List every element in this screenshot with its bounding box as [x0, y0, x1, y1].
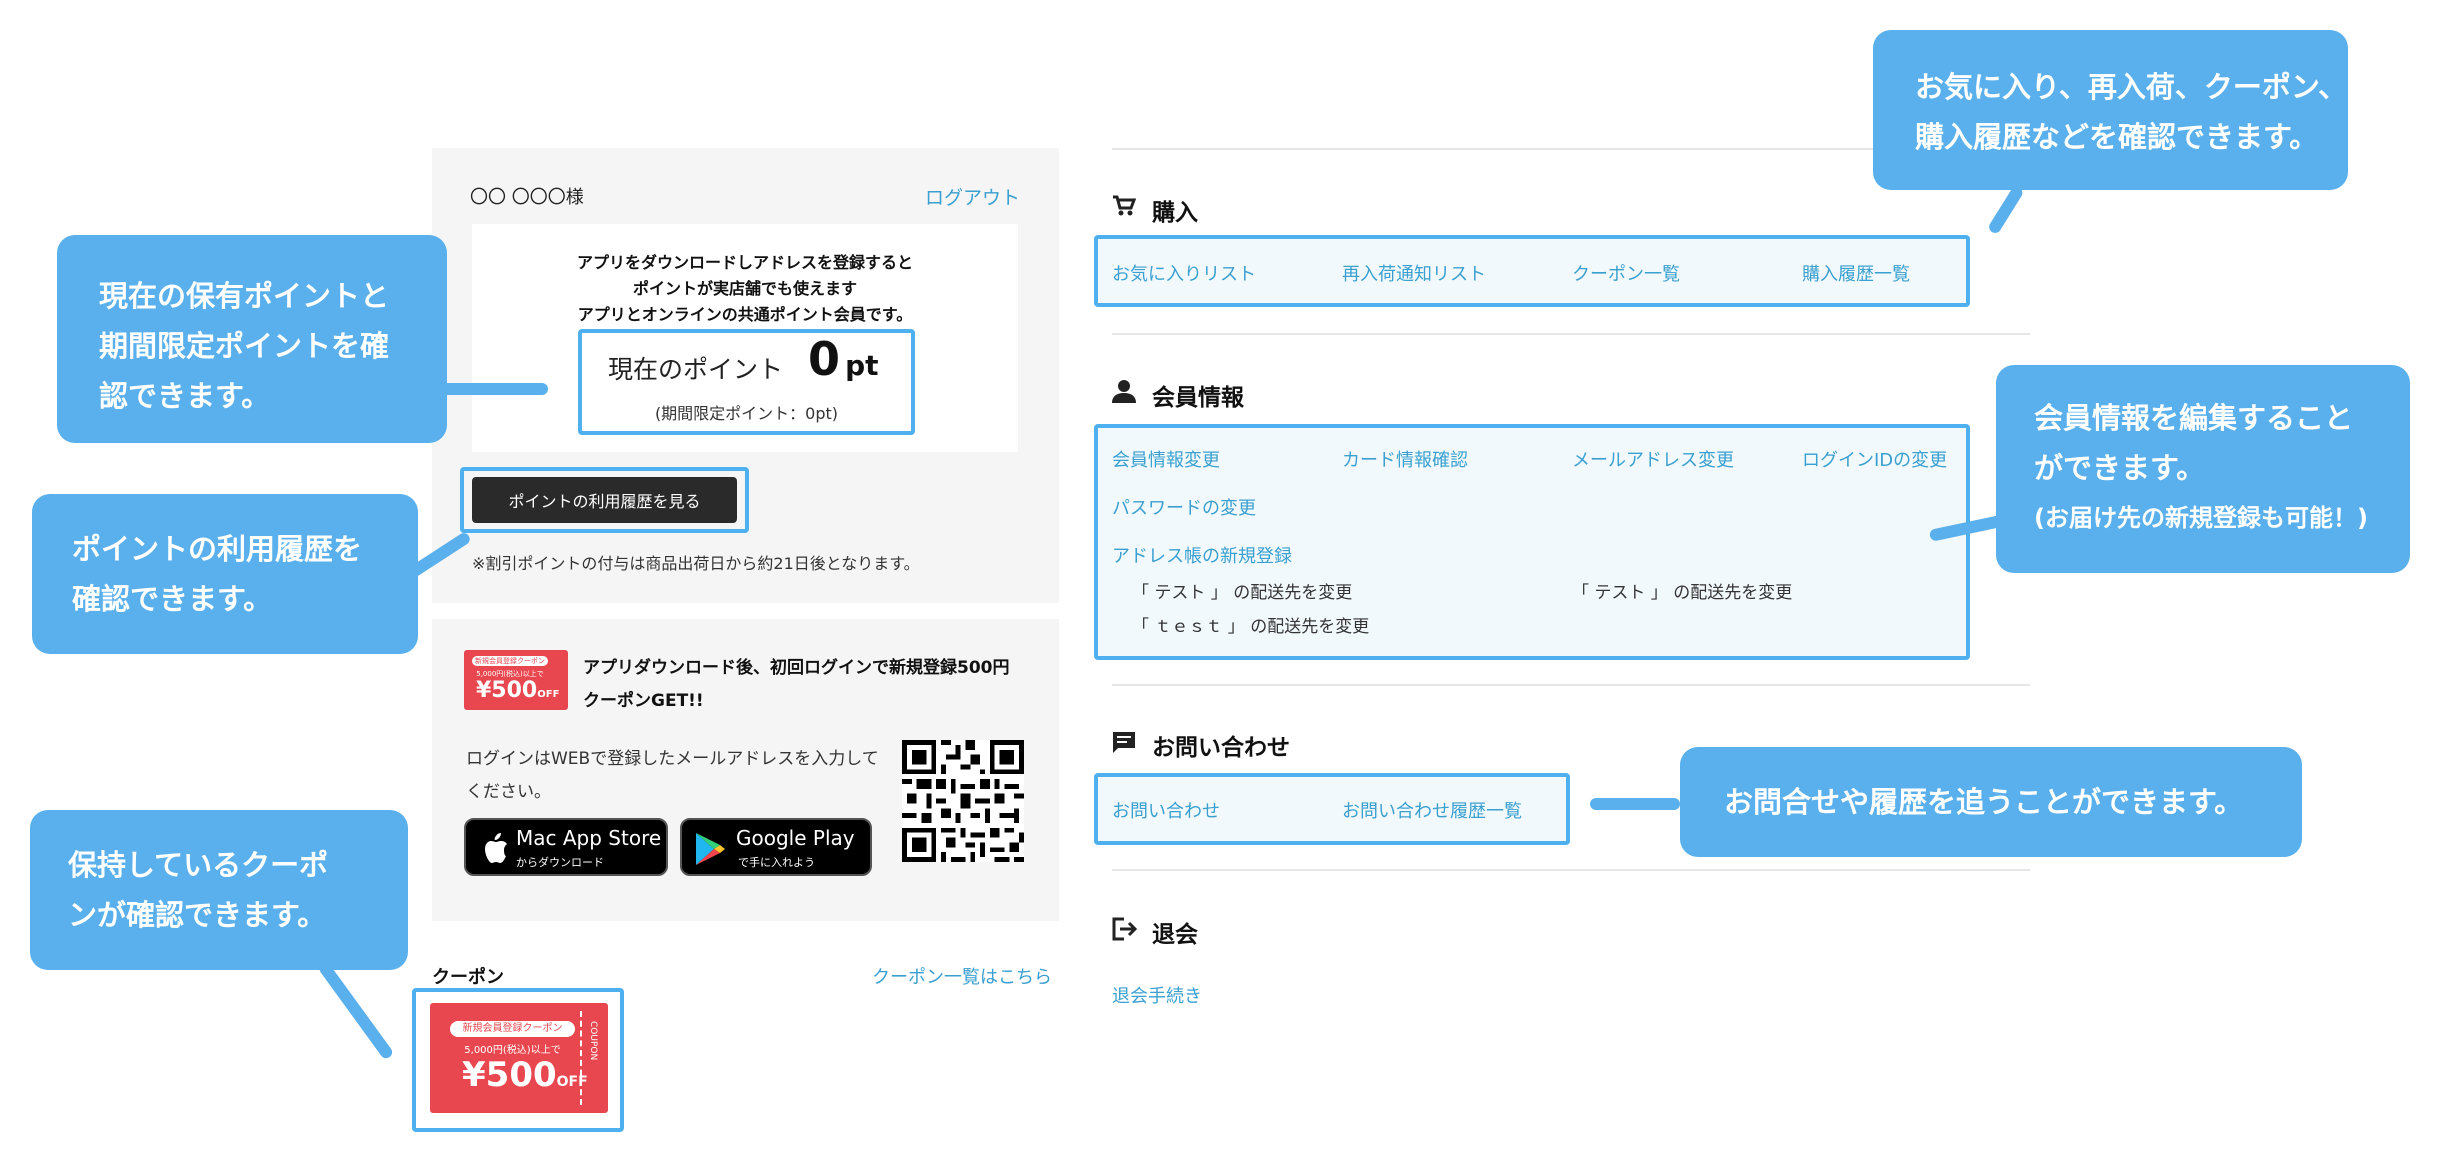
- coupon-card-side: COUPON: [588, 1021, 598, 1061]
- withdraw-link[interactable]: 退会手続き: [1112, 982, 1202, 1008]
- point-note: ※割引ポイントの付与は商品出荷日から約21日後となります。: [472, 554, 920, 573]
- logout-link[interactable]: ログアウト: [925, 183, 1020, 210]
- app-store-button[interactable]: Mac App Store からダウンロード: [464, 818, 668, 876]
- qr-code: [902, 740, 1024, 862]
- points-unit: pt: [845, 349, 879, 382]
- google-play-button[interactable]: Google Play で手に入れよう: [680, 818, 872, 876]
- coupon-list-link[interactable]: クーポン一覧はこちら: [872, 963, 1052, 989]
- coupon-card[interactable]: 新規会員登録クーポン 5,000円(税込)以上で ¥500OFF COUPON: [430, 1003, 608, 1113]
- coupon-card-off: OFF: [556, 1074, 588, 1090]
- cart-icon: [1113, 195, 1136, 216]
- app-store-main: Mac App Store: [516, 826, 662, 850]
- loginid-change-link[interactable]: ログインIDの変更: [1802, 446, 1947, 472]
- coupon-card-yen: ¥500: [462, 1055, 557, 1095]
- coupon-card-divider: [580, 1011, 582, 1105]
- callout-purchase: お気に入り、再入荷、クーポン、 購入履歴などを確認できます。: [1873, 30, 2348, 190]
- callout-line: 期間限定ポイントを確: [99, 329, 390, 363]
- callout-line: お気に入り、再入荷、クーポン、: [1915, 70, 2348, 104]
- address-change-item[interactable]: 「 ｔｅｓｔ 」 の配送先を変更: [1132, 612, 1369, 637]
- promo-line: アプリとオンラインの共通ポイント会員です。: [577, 305, 913, 324]
- divider: [1112, 333, 2030, 335]
- app-promo-title-line: クーポンGET!!: [583, 691, 704, 711]
- point-history-button[interactable]: ポイントの利用履歴を見る: [472, 477, 737, 523]
- divider: [1112, 869, 2030, 871]
- callout-pointer: [440, 383, 548, 395]
- callout-line: ができます。: [2034, 451, 2206, 485]
- user-name: 〇〇 〇〇〇様: [470, 187, 584, 208]
- google-play-sub: で手に入れよう: [738, 856, 815, 869]
- promo-line: ポイントが実店舗でも使えます: [632, 279, 857, 298]
- inquiry-link[interactable]: お問い合わせ: [1112, 797, 1220, 823]
- password-change-link[interactable]: パスワードの変更: [1112, 494, 1256, 520]
- card-info-link[interactable]: カード情報確認: [1342, 446, 1468, 472]
- callout-line: 保持しているクーポ: [68, 848, 329, 882]
- email-change-link[interactable]: メールアドレス変更: [1572, 446, 1734, 472]
- google-play-icon: [696, 833, 725, 865]
- promo-line: アプリをダウンロードしアドレスを登録すると: [576, 253, 913, 272]
- callout-line: 確認できます。: [72, 582, 273, 616]
- callout-pointer: [1590, 798, 1680, 810]
- login-note: ログインはWEBで登録したメールアドレスを入力して ください。: [466, 743, 879, 809]
- member-info-link[interactable]: 会員情報変更: [1112, 446, 1220, 472]
- coupon-title: クーポン: [432, 967, 504, 988]
- promo-ticket-image: 新規会員登録クーポン 5,000円(税込)以上で ¥500OFF: [464, 650, 568, 710]
- coupon-card-sub: 5,000円(税込)以上で: [464, 1045, 561, 1056]
- callout-history: ポイントの利用履歴を 確認できます。: [32, 494, 418, 654]
- callout-line: ンが確認できます。: [68, 898, 327, 932]
- callout-line: 認できます。: [99, 379, 271, 413]
- callout-coupons: 保持しているクーポ ンが確認できます。: [30, 810, 408, 970]
- promo-ticket-header: 新規会員登録クーポン: [472, 656, 548, 666]
- callout-line: 購入履歴などを確認できます。: [1915, 120, 2319, 154]
- login-note-line: ください。: [466, 782, 551, 802]
- chat-icon: [1113, 732, 1135, 753]
- promo-ticket-amount: ¥500OFF: [476, 678, 559, 703]
- callout-line: 会員情報を編集すること: [2034, 401, 2354, 435]
- limited-points: (期間限定ポイント：0pt): [654, 404, 839, 423]
- callout-inquiry: お問合せや履歴を追うことができます。: [1680, 747, 2302, 857]
- login-note-line: ログインはWEBで登録したメールアドレスを入力して: [466, 749, 879, 769]
- points-label: 現在のポイント: [608, 355, 784, 384]
- callout-line: (お届け先の新規登録も可能！): [2034, 504, 2368, 532]
- callout-member: 会員情報を編集すること ができます。 (お届け先の新規登録も可能！): [1996, 365, 2410, 573]
- callout-line: お問合せや履歴を追うことができます。: [1724, 785, 2244, 819]
- address-change-item[interactable]: 「 テスト 」 の配送先を変更: [1572, 578, 1792, 603]
- points-value: 0 pt: [808, 332, 879, 386]
- divider: [1112, 684, 2030, 686]
- promo-ticket-yen: ¥500: [476, 678, 538, 703]
- logout-icon: [1112, 917, 1138, 941]
- app-promo-title: アプリダウンロード後、初回ログインで新規登録500円 クーポンGET!!: [583, 652, 1010, 718]
- coupon-card-header: 新規会員登録クーポン: [450, 1021, 575, 1037]
- app-store-sub: からダウンロード: [516, 856, 604, 869]
- points-number: 0: [808, 332, 841, 386]
- apple-icon: [485, 833, 507, 863]
- callout-points: 現在の保有ポイントと 期間限定ポイントを確 認できます。: [57, 235, 447, 443]
- coupon-card-amount: ¥500OFF: [462, 1055, 588, 1095]
- restock-link[interactable]: 再入荷通知リスト: [1342, 260, 1486, 286]
- promo-text: アプリをダウンロードしアドレスを登録すると ポイントが実店舗でも使えます アプリ…: [472, 250, 1018, 328]
- coupon-list-menu-link[interactable]: クーポン一覧: [1572, 260, 1680, 286]
- favorites-link[interactable]: お気に入りリスト: [1112, 260, 1256, 286]
- address-new-link[interactable]: アドレス帳の新規登録: [1112, 542, 1292, 568]
- member-title: 会員情報: [1152, 385, 1244, 411]
- promo-ticket-off: OFF: [537, 689, 560, 700]
- inquiry-title: お問い合わせ: [1152, 735, 1290, 761]
- address-change-item[interactable]: 「 テスト 」 の配送先を変更: [1132, 578, 1352, 603]
- callout-pointer: [317, 960, 395, 1061]
- callout-pointer: [1986, 184, 2025, 236]
- order-history-link[interactable]: 購入履歴一覧: [1802, 260, 1910, 286]
- callout-line: ポイントの利用履歴を: [72, 532, 363, 566]
- inquiry-history-link[interactable]: お問い合わせ履歴一覧: [1342, 797, 1522, 823]
- person-icon: [1112, 380, 1136, 403]
- app-promo-title-line: アプリダウンロード後、初回ログインで新規登録500円: [583, 658, 1010, 678]
- google-play-main: Google Play: [736, 826, 855, 850]
- purchase-title: 購入: [1152, 200, 1198, 226]
- callout-line: 現在の保有ポイントと: [99, 279, 390, 313]
- withdraw-title: 退会: [1152, 922, 1198, 948]
